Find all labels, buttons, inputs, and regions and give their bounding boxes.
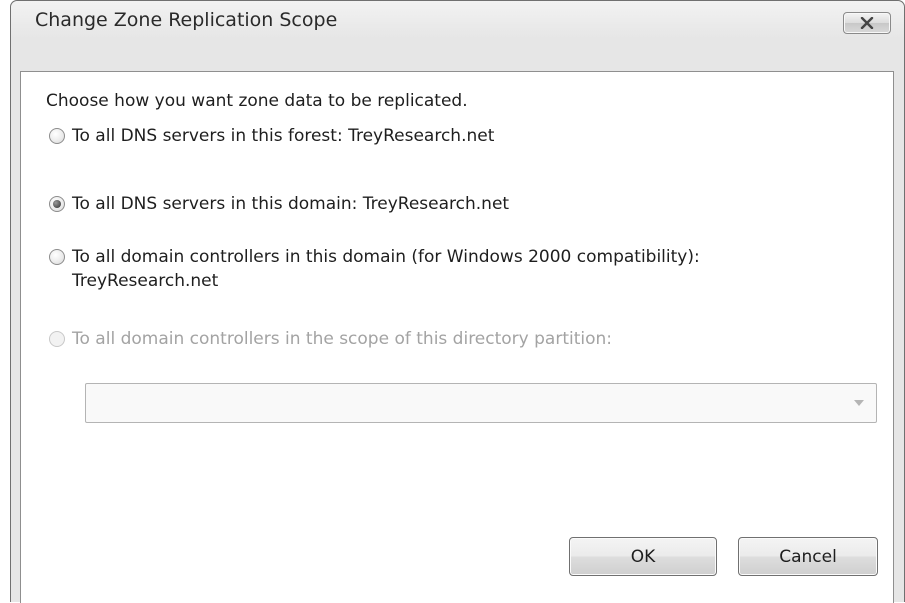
cancel-button[interactable]: Cancel bbox=[738, 537, 878, 576]
radio-option-domain-controllers[interactable]: To all domain controllers in this domain… bbox=[49, 245, 700, 293]
close-icon bbox=[860, 17, 874, 29]
radio-label-forest: To all DNS servers in this forest: TreyR… bbox=[72, 126, 495, 146]
chevron-down-icon bbox=[854, 400, 864, 406]
ok-button[interactable]: OK bbox=[569, 537, 717, 576]
radio-option-forest[interactable]: To all DNS servers in this forest: TreyR… bbox=[49, 124, 494, 148]
radio-option-directory-partition: To all domain controllers in the scope o… bbox=[49, 327, 612, 351]
title-bar: Change Zone Replication Scope bbox=[11, 1, 904, 39]
radio-label-domain-controllers: To all domain controllers in this domain… bbox=[72, 247, 700, 291]
dialog-title: Change Zone Replication Scope bbox=[35, 9, 338, 31]
radio-button-domain[interactable] bbox=[49, 196, 65, 212]
radio-button-forest[interactable] bbox=[49, 128, 65, 144]
close-button[interactable] bbox=[843, 12, 891, 34]
directory-partition-select bbox=[85, 383, 877, 423]
dialog-window: Change Zone Replication Scope Choose how… bbox=[10, 0, 905, 603]
radio-option-domain[interactable]: To all DNS servers in this domain: TreyR… bbox=[49, 192, 509, 216]
radio-label-directory-partition: To all domain controllers in the scope o… bbox=[72, 329, 613, 349]
dialog-client-area: Choose how you want zone data to be repl… bbox=[20, 71, 894, 603]
instruction-text: Choose how you want zone data to be repl… bbox=[46, 91, 468, 111]
radio-button-directory-partition bbox=[49, 331, 65, 347]
radio-button-domain-controllers[interactable] bbox=[49, 249, 65, 265]
radio-label-domain: To all DNS servers in this domain: TreyR… bbox=[72, 194, 510, 214]
